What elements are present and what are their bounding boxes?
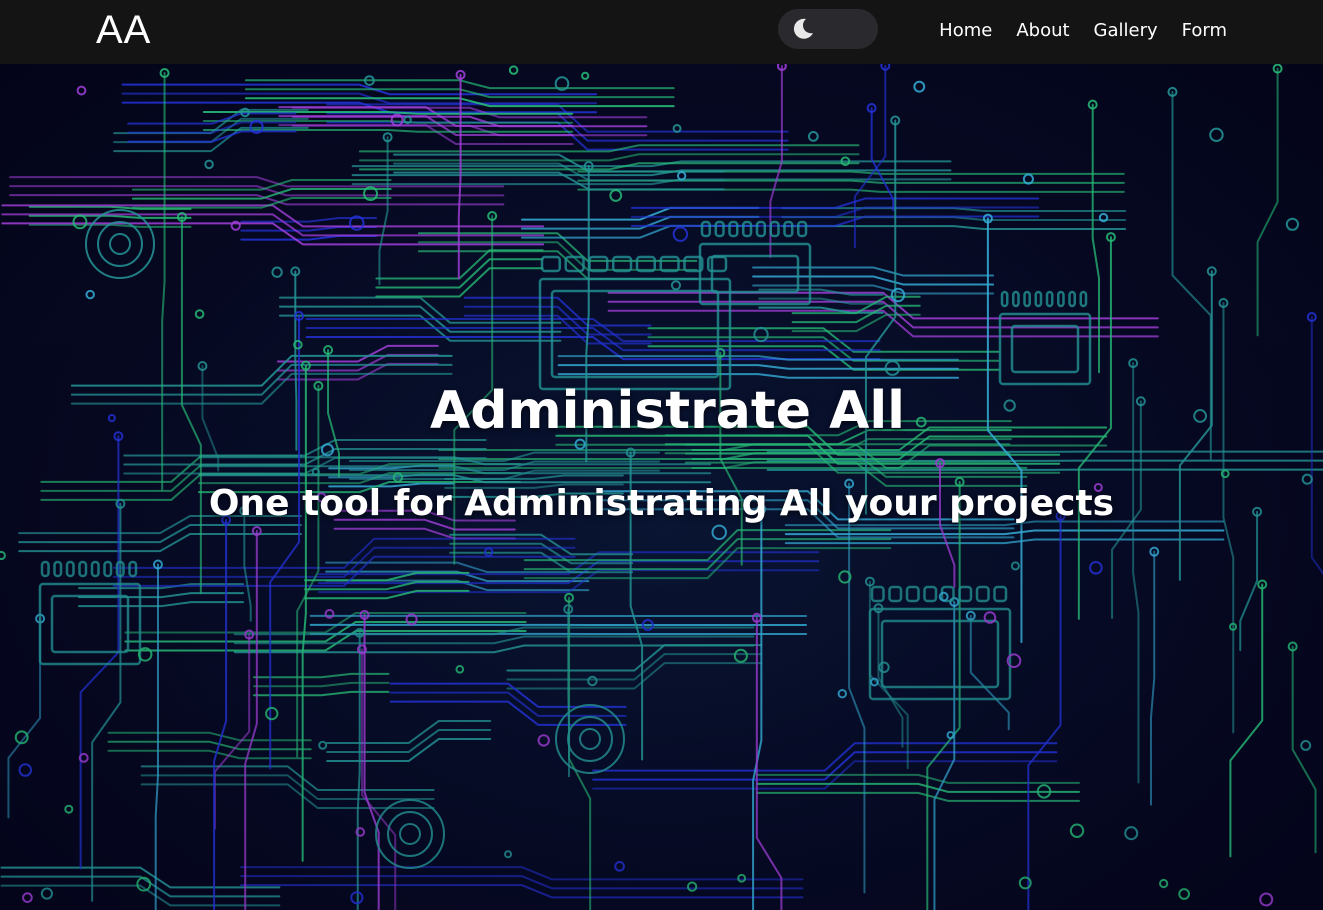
hero-title: Administrate All <box>430 381 905 441</box>
hero-subtitle: One tool for Administrating All your pro… <box>208 483 1115 524</box>
theme-toggle-switch[interactable] <box>778 9 878 49</box>
main-nav: Home About Gallery Form <box>939 0 1227 60</box>
site-logo[interactable]: AA <box>96 6 151 54</box>
nav-link-form[interactable]: Form <box>1182 20 1227 41</box>
moon-icon <box>793 18 813 39</box>
top-navbar: AA Home About Gallery Form <box>0 0 1323 64</box>
nav-link-home[interactable]: Home <box>939 20 992 41</box>
hero-section: Administrate All One tool for Administra… <box>0 64 1323 910</box>
nav-link-about[interactable]: About <box>1016 20 1069 41</box>
nav-link-gallery[interactable]: Gallery <box>1094 20 1158 41</box>
